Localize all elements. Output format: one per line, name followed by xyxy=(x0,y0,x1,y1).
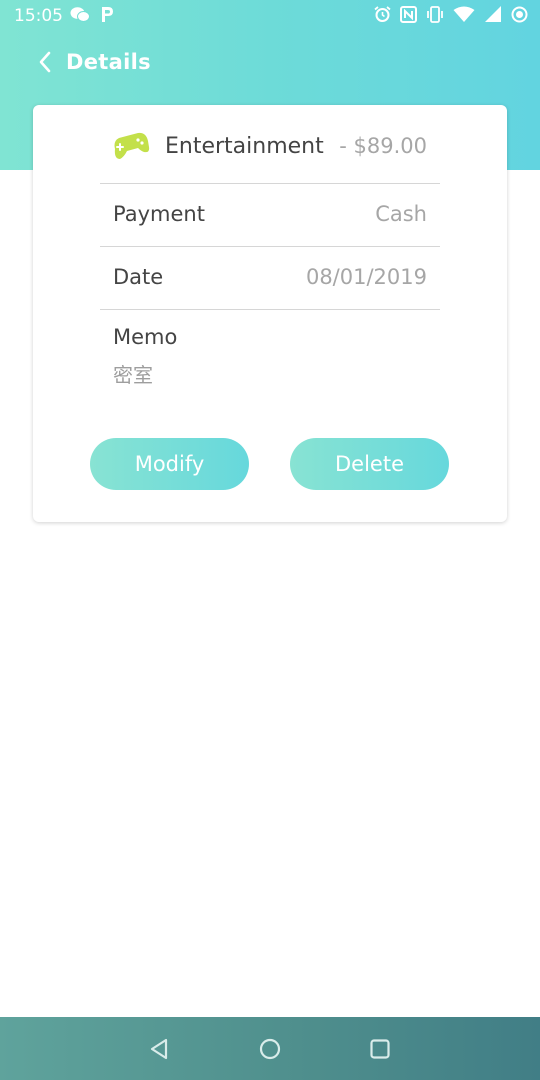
status-bar: 15:05 xyxy=(0,0,540,33)
nfc-icon xyxy=(400,6,417,23)
modify-button[interactable]: Modify xyxy=(90,438,249,490)
date-value: 08/01/2019 xyxy=(305,265,427,289)
chevron-left-icon xyxy=(39,51,51,73)
back-triangle-icon[interactable] xyxy=(146,1035,174,1063)
memo-text: 密室 xyxy=(113,363,153,387)
payment-row: Payment Cash xyxy=(100,184,440,247)
signal-icon xyxy=(485,6,501,22)
category-name: Entertainment xyxy=(165,134,324,159)
recents-square-icon[interactable] xyxy=(366,1035,394,1063)
alarm-icon xyxy=(374,6,391,22)
payment-label: Payment xyxy=(113,202,205,226)
record-card: Entertainment - $89.00 Payment Cash Date… xyxy=(33,105,507,522)
system-nav-bar xyxy=(0,1017,540,1080)
record-icon xyxy=(511,6,528,23)
status-time: 15:05 xyxy=(14,6,63,26)
top-bar: Details xyxy=(0,44,540,88)
vibrate-icon xyxy=(427,6,443,23)
wifi-icon xyxy=(453,6,475,22)
wechat-icon xyxy=(70,7,90,22)
amount-value: - $89.00 xyxy=(339,134,427,158)
page-title: Details xyxy=(66,50,151,74)
date-label: Date xyxy=(113,265,164,289)
back-button[interactable]: Details xyxy=(38,50,151,74)
memo-section: Memo 密室 xyxy=(113,325,177,388)
parking-p-icon xyxy=(102,7,113,22)
status-left-icons xyxy=(70,6,114,23)
payment-value: Cash xyxy=(375,202,427,226)
memo-label: Memo xyxy=(113,325,178,349)
delete-button[interactable]: Delete xyxy=(290,438,449,490)
category-row: Entertainment - $89.00 xyxy=(100,119,440,184)
date-row: Date 08/01/2019 xyxy=(100,247,440,310)
gamepad-icon xyxy=(114,132,150,159)
status-right-icons xyxy=(374,6,528,23)
home-circle-icon[interactable] xyxy=(256,1035,284,1063)
